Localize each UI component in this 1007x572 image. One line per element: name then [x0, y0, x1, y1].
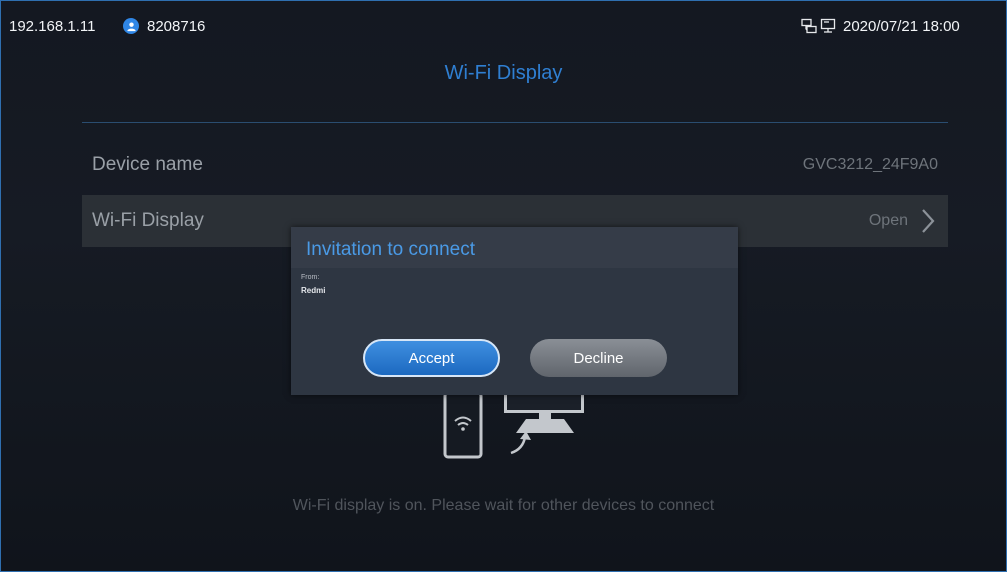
wifi-display-screen: 192.168.1.11 8208716 2020/07/21 18:00 Wi… [0, 0, 1007, 572]
device-name-row: Device name GVC3212_24F9A0 [82, 139, 948, 191]
waiting-hint: Wi-Fi display is on. Please wait for oth… [292, 497, 715, 514]
accept-button[interactable]: Accept [363, 339, 500, 377]
user-icon [123, 18, 139, 34]
dialog-title: Invitation to connect [306, 239, 475, 260]
page-title: Wi-Fi Display [444, 62, 563, 84]
title-divider [82, 122, 948, 123]
decline-button[interactable]: Decline [530, 339, 667, 377]
device-name-value: GVC3212_24F9A0 [802, 156, 938, 173]
extension-number: 8208716 [147, 18, 206, 35]
pc-display-icon [820, 18, 836, 34]
chevron-right-icon [922, 209, 935, 233]
network-icon [801, 18, 817, 34]
invitation-dialog: Invitation to connect From: Redmi Accept… [291, 227, 738, 395]
device-name-label: Device name [92, 154, 203, 175]
ip-address: 192.168.1.11 [9, 18, 96, 35]
status-bar: 192.168.1.11 8208716 2020/07/21 18:00 [1, 1, 1006, 37]
wifi-display-label: Wi-Fi Display [92, 210, 204, 231]
from-label: From: [301, 274, 320, 281]
wifi-display-state: Open [869, 207, 938, 235]
wifi-display-value: Open [868, 212, 908, 229]
date-time: 2020/07/21 18:00 [843, 18, 960, 35]
sender-name: Redmi [301, 286, 326, 295]
